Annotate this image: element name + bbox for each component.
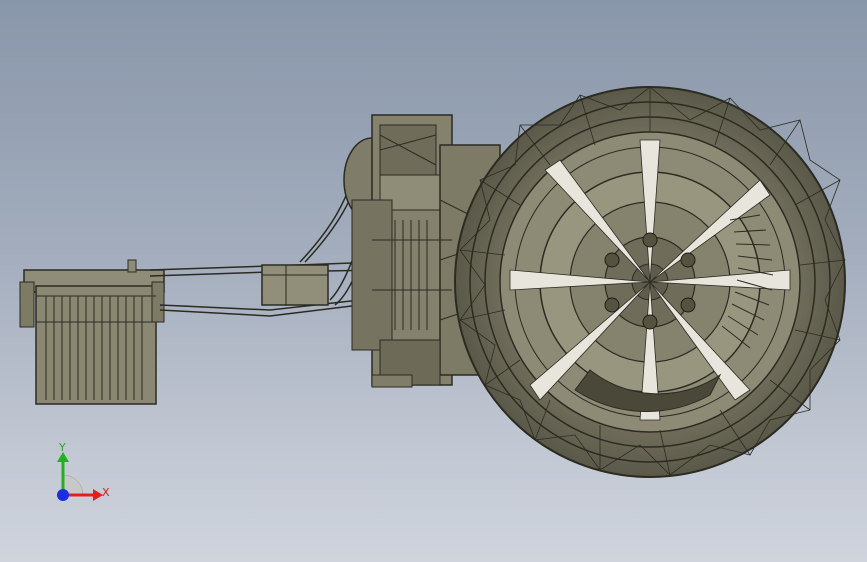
graphics-viewport[interactable]: Y X xyxy=(0,0,867,562)
wireframe-model[interactable] xyxy=(0,0,867,562)
x-axis-label: X xyxy=(102,486,110,499)
y-axis-label: Y xyxy=(59,441,66,454)
battery-box xyxy=(19,259,165,405)
coordinate-triad: Y X xyxy=(40,440,120,510)
junction-box xyxy=(261,264,329,306)
wheel xyxy=(454,86,846,478)
triad-icon xyxy=(57,452,103,501)
